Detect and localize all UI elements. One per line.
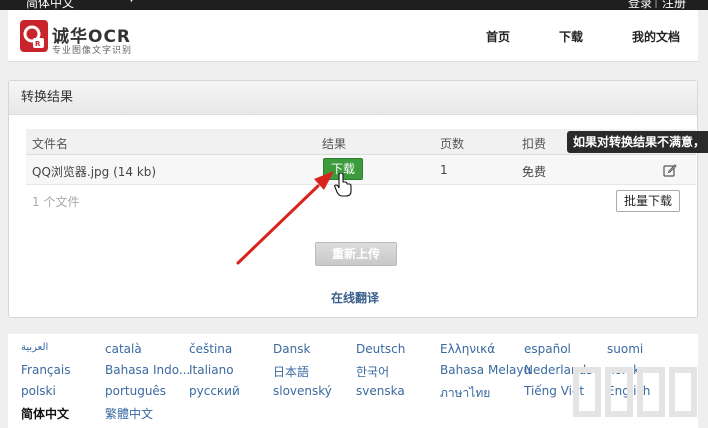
language-link[interactable]: español (524, 342, 571, 356)
language-link[interactable]: Ελληνικά (440, 342, 495, 356)
language-link[interactable]: русский (189, 384, 240, 398)
brand-subtitle: 专业图像文字识别 (52, 46, 133, 56)
register-link[interactable]: 注册 (662, 0, 686, 10)
svg-text:R: R (35, 40, 41, 48)
tooltip: 如果对转换结果不满意， (567, 131, 708, 153)
language-link[interactable]: svenska (356, 384, 405, 398)
fee-cell: 免费 (522, 165, 547, 179)
login-link[interactable]: 登录 (628, 0, 652, 10)
reupload-button[interactable]: 重新上传 (315, 242, 397, 266)
chevron-down-icon[interactable]: ▼ (128, 0, 135, 4)
col-filename: 文件名 (32, 137, 69, 151)
table-footer: 1 个文件 批量下载 (26, 185, 696, 217)
col-pages: 页数 (440, 137, 465, 151)
result-panel: 转换结果 文件名 结果 页数 扣费 QQ浏览器.jpg (14 kb) 下载 1… (8, 80, 698, 318)
language-link[interactable]: català (105, 342, 142, 356)
language-link[interactable]: Italiano (189, 363, 234, 377)
top-bar: 简体中文 ▼ 登录 | 注册 (0, 0, 708, 10)
language-link[interactable]: 한국어 (356, 363, 389, 380)
language-link-current: 简体中文 (21, 407, 70, 421)
table-row: QQ浏览器.jpg (14 kb) 下载 1 免费 (26, 155, 696, 185)
language-selector[interactable]: 简体中文 (26, 0, 74, 10)
language-link[interactable]: suomi (607, 342, 643, 356)
site-header: R 诚华OCR 专业图像文字识别 首页 下载 我的文档 (8, 10, 698, 62)
language-link[interactable]: Bahasa Melayu (440, 363, 531, 377)
language-link[interactable]: ภาษาไทย (440, 384, 490, 403)
pages-cell: 1 (440, 163, 448, 177)
language-link[interactable]: العربية (21, 342, 48, 353)
panel-title: 转换结果 (9, 81, 697, 115)
filename-cell: QQ浏览器.jpg (14 kb) (32, 165, 157, 179)
batch-download-button[interactable]: 批量下载 (616, 190, 680, 212)
edit-icon[interactable] (663, 163, 677, 177)
language-link[interactable]: Français (21, 363, 70, 377)
col-result: 结果 (322, 137, 347, 151)
language-link[interactable]: polski (21, 384, 56, 398)
nav-home[interactable]: 首页 (486, 28, 510, 45)
language-link[interactable]: Bahasa Indo... (105, 363, 190, 377)
col-fee: 扣费 (522, 137, 547, 151)
language-link[interactable]: português (105, 384, 166, 398)
nav-download[interactable]: 下载 (559, 28, 583, 45)
language-link[interactable]: Deutsch (356, 342, 405, 356)
hand-cursor-icon (334, 173, 352, 197)
language-link[interactable]: čeština (189, 342, 232, 356)
separator: | (654, 0, 659, 8)
file-count: 1 个文件 (32, 195, 80, 209)
language-link[interactable]: Dansk (273, 342, 310, 356)
online-translate-link[interactable]: 在线翻译 (331, 289, 379, 306)
language-link[interactable]: 繁體中文 (105, 405, 153, 422)
nav-my-documents[interactable]: 我的文档 (632, 28, 680, 45)
language-link[interactable]: slovenský (273, 384, 332, 398)
language-link[interactable]: 日本語 (273, 363, 309, 380)
logo-icon[interactable]: R (20, 20, 48, 52)
watermark-logo-icon (573, 367, 697, 417)
